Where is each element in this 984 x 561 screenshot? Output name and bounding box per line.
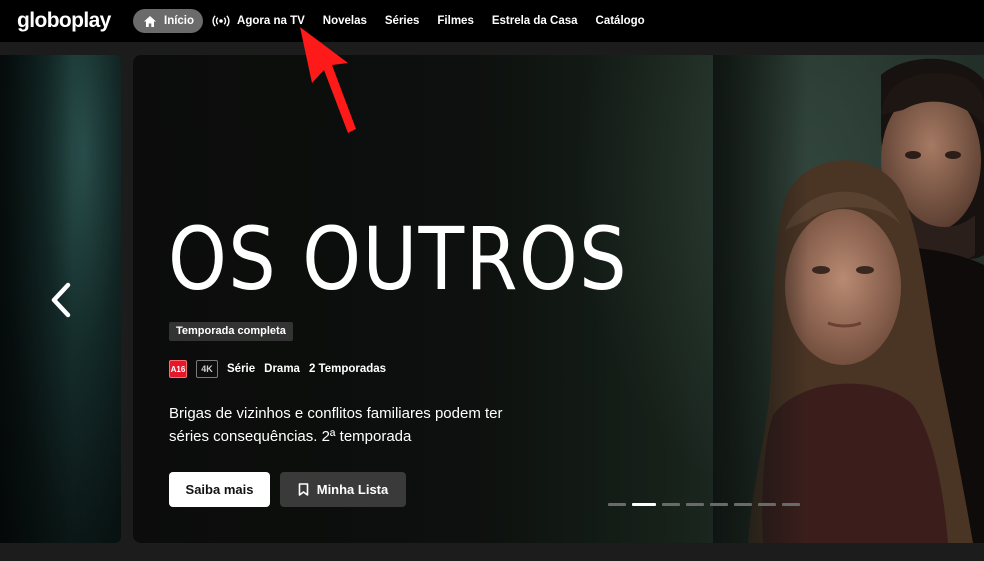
carousel-indicators bbox=[608, 503, 806, 506]
nav-item-label: Início bbox=[164, 15, 195, 27]
nav-item-label: Agora na TV bbox=[237, 15, 305, 27]
saiba-mais-button[interactable]: Saiba mais bbox=[169, 472, 270, 507]
globoplay-logo[interactable]: globoplay bbox=[17, 9, 111, 33]
carousel-dot[interactable] bbox=[686, 503, 704, 506]
carousel-dot[interactable] bbox=[782, 503, 800, 506]
nav-item-series[interactable]: Séries bbox=[385, 9, 420, 33]
minha-lista-label: Minha Lista bbox=[316, 482, 389, 497]
nav-item-filmes[interactable]: Filmes bbox=[437, 9, 473, 33]
bookmark-icon bbox=[298, 483, 309, 496]
top-navigation-bar: globoplay Início Agora na TV Novelas Sér… bbox=[0, 0, 984, 42]
carousel-dot[interactable] bbox=[758, 503, 776, 506]
chevron-left-icon[interactable] bbox=[48, 282, 74, 318]
age-rating-badge: A16 bbox=[169, 360, 187, 378]
annotation-arrow bbox=[300, 27, 356, 133]
hero-artwork bbox=[713, 55, 984, 543]
carousel-dot[interactable] bbox=[632, 503, 656, 506]
carousel-dot[interactable] bbox=[662, 503, 680, 506]
genre: Drama bbox=[264, 363, 300, 375]
carousel-dot[interactable] bbox=[608, 503, 626, 506]
main-nav: Início Agora na TV Novelas Séries Filmes… bbox=[133, 9, 663, 33]
show-title-logo: OS OUTROS bbox=[168, 222, 628, 310]
broadcast-icon bbox=[212, 15, 230, 27]
home-icon bbox=[143, 15, 157, 28]
minha-lista-button[interactable]: Minha Lista bbox=[280, 472, 406, 507]
carousel-dot[interactable] bbox=[710, 503, 728, 506]
quality-badge: 4K bbox=[196, 360, 218, 378]
nav-item-agora-na-tv[interactable]: Agora na TV bbox=[212, 9, 305, 33]
svg-text:OS OUTROS: OS OUTROS bbox=[168, 222, 628, 310]
nav-item-catalogo[interactable]: Catálogo bbox=[596, 9, 645, 33]
synopsis: Brigas de vizinhos e conflitos familiare… bbox=[169, 405, 503, 445]
nav-item-estrela-da-casa[interactable]: Estrela da Casa bbox=[492, 9, 578, 33]
nav-item-inicio[interactable]: Início bbox=[133, 9, 204, 33]
season-count: 2 Temporadas bbox=[308, 363, 387, 375]
show-metadata: A16 4K Série Drama 2 Temporadas bbox=[169, 359, 395, 379]
season-complete-badge: Temporada completa bbox=[169, 322, 293, 341]
content-type: Série bbox=[227, 363, 256, 375]
carousel-dot[interactable] bbox=[734, 503, 752, 506]
